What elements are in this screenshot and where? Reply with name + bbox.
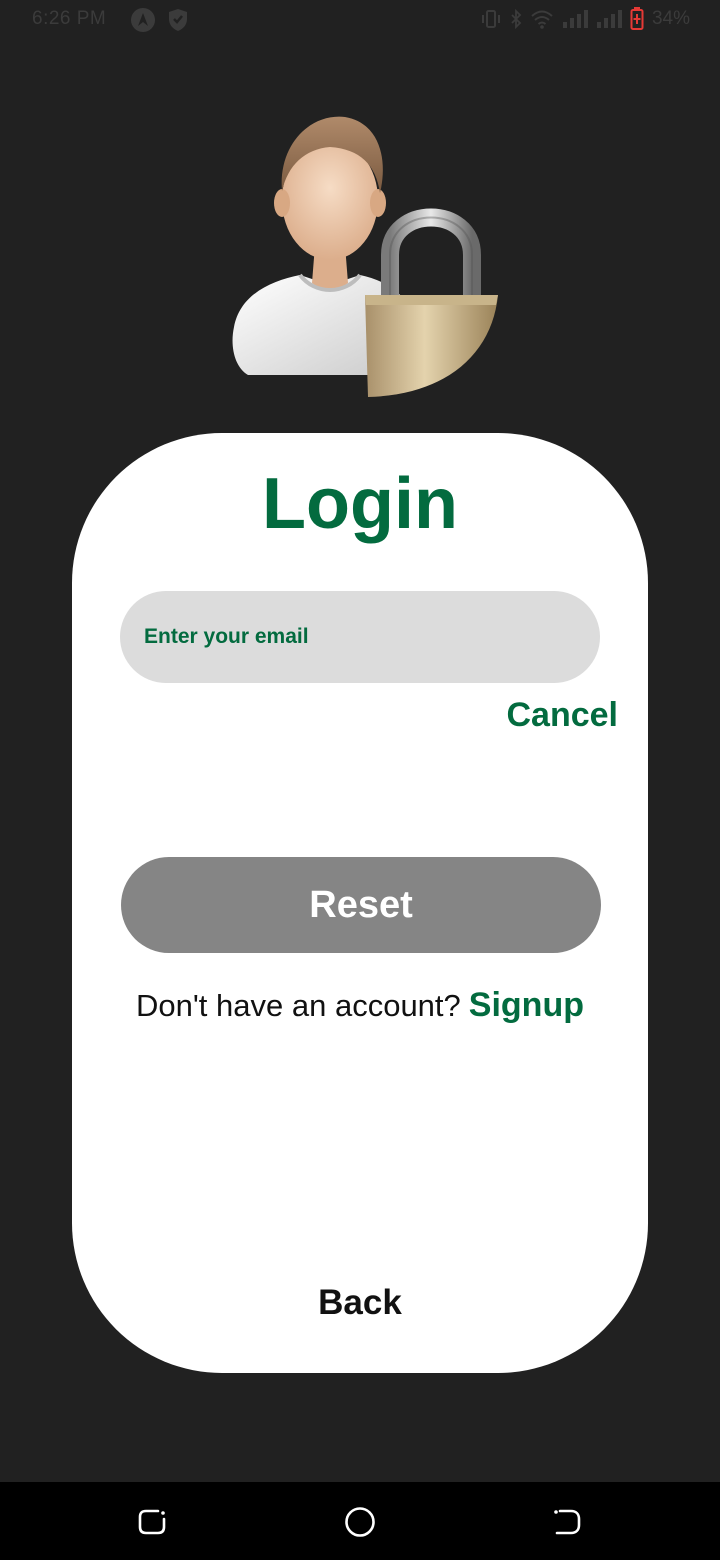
status-bar: 6:26 PM 34% <box>0 0 720 40</box>
status-time: 6:26 PM <box>32 8 107 29</box>
user-lock-icon <box>232 116 498 397</box>
login-card: Login Enter your email Cancel Reset Don'… <box>72 433 648 1373</box>
navigation-bar <box>0 1482 720 1560</box>
signup-link[interactable]: Signup <box>469 986 584 1025</box>
bluetooth-icon <box>511 8 522 30</box>
cancel-button[interactable]: Cancel <box>507 696 619 735</box>
battery-charging-icon <box>630 7 644 30</box>
status-left-icons <box>130 7 190 33</box>
wifi-icon <box>531 10 553 29</box>
battery-percent: 34% <box>651 8 690 29</box>
signup-row: Don't have an account? Signup <box>72 986 648 1025</box>
status-right: 34% <box>480 7 690 31</box>
signal-icon <box>596 10 622 28</box>
recent-apps-icon[interactable] <box>132 1502 172 1542</box>
back-button[interactable]: Back <box>72 1283 648 1323</box>
signal-icon <box>562 10 588 28</box>
shield-icon <box>169 9 187 31</box>
page-title: Login <box>262 464 458 544</box>
email-field[interactable]: Enter your email <box>120 591 600 683</box>
screen: 6:26 PM 34% Login Enter your email Cance… <box>0 0 720 1560</box>
back-icon[interactable] <box>547 1502 587 1542</box>
navigation-a-icon <box>131 8 155 32</box>
vibrate-icon <box>481 10 500 28</box>
no-account-text: Don't have an account? <box>136 988 461 1023</box>
reset-button[interactable]: Reset <box>121 857 601 953</box>
email-placeholder: Enter your email <box>144 625 309 648</box>
home-icon[interactable] <box>340 1502 380 1542</box>
